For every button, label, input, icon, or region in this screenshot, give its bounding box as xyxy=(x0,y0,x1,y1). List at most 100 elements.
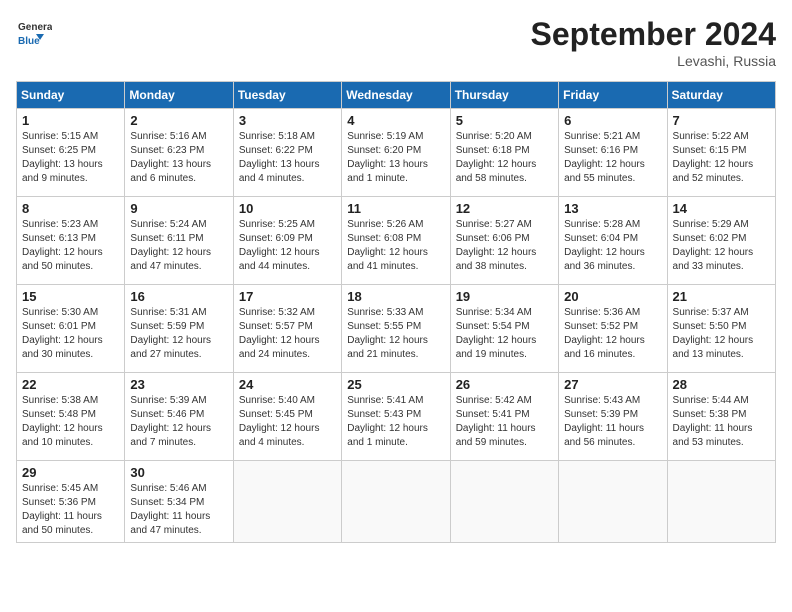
logo: General Blue xyxy=(16,16,52,52)
day-info: Sunrise: 5:24 AMSunset: 6:11 PMDaylight:… xyxy=(130,218,227,274)
calendar-cell: 14 Sunrise: 5:29 AMSunset: 6:02 PMDaylig… xyxy=(667,197,775,285)
day-info: Sunrise: 5:43 AMSunset: 5:39 PMDaylight:… xyxy=(564,394,661,450)
day-info: Sunrise: 5:37 AMSunset: 5:50 PMDaylight:… xyxy=(673,306,770,362)
calendar-cell: 20 Sunrise: 5:36 AMSunset: 5:52 PMDaylig… xyxy=(559,285,667,373)
calendar-cell xyxy=(450,461,558,543)
calendar-cell: 7 Sunrise: 5:22 AMSunset: 6:15 PMDayligh… xyxy=(667,109,775,197)
day-info: Sunrise: 5:18 AMSunset: 6:22 PMDaylight:… xyxy=(239,130,336,186)
day-info: Sunrise: 5:38 AMSunset: 5:48 PMDaylight:… xyxy=(22,394,119,450)
header-wednesday: Wednesday xyxy=(342,82,450,109)
calendar-cell xyxy=(342,461,450,543)
day-info: Sunrise: 5:45 AMSunset: 5:36 PMDaylight:… xyxy=(22,482,119,538)
location: Levashi, Russia xyxy=(531,53,776,69)
day-number: 21 xyxy=(673,289,770,304)
calendar-cell: 23 Sunrise: 5:39 AMSunset: 5:46 PMDaylig… xyxy=(125,373,233,461)
svg-text:Blue: Blue xyxy=(18,36,40,47)
logo-svg: General Blue xyxy=(16,16,52,52)
day-info: Sunrise: 5:46 AMSunset: 5:34 PMDaylight:… xyxy=(130,482,227,538)
calendar-table: SundayMondayTuesdayWednesdayThursdayFrid… xyxy=(16,81,776,543)
day-number: 30 xyxy=(130,465,227,480)
day-number: 29 xyxy=(22,465,119,480)
day-number: 24 xyxy=(239,377,336,392)
day-number: 25 xyxy=(347,377,444,392)
day-info: Sunrise: 5:25 AMSunset: 6:09 PMDaylight:… xyxy=(239,218,336,274)
day-info: Sunrise: 5:30 AMSunset: 6:01 PMDaylight:… xyxy=(22,306,119,362)
week-row-2: 8 Sunrise: 5:23 AMSunset: 6:13 PMDayligh… xyxy=(17,197,776,285)
calendar-cell: 12 Sunrise: 5:27 AMSunset: 6:06 PMDaylig… xyxy=(450,197,558,285)
calendar-cell: 11 Sunrise: 5:26 AMSunset: 6:08 PMDaylig… xyxy=(342,197,450,285)
day-number: 4 xyxy=(347,113,444,128)
day-info: Sunrise: 5:21 AMSunset: 6:16 PMDaylight:… xyxy=(564,130,661,186)
day-number: 14 xyxy=(673,201,770,216)
calendar-cell: 27 Sunrise: 5:43 AMSunset: 5:39 PMDaylig… xyxy=(559,373,667,461)
day-info: Sunrise: 5:44 AMSunset: 5:38 PMDaylight:… xyxy=(673,394,770,450)
calendar-cell: 28 Sunrise: 5:44 AMSunset: 5:38 PMDaylig… xyxy=(667,373,775,461)
calendar-cell: 6 Sunrise: 5:21 AMSunset: 6:16 PMDayligh… xyxy=(559,109,667,197)
day-info: Sunrise: 5:31 AMSunset: 5:59 PMDaylight:… xyxy=(130,306,227,362)
day-info: Sunrise: 5:26 AMSunset: 6:08 PMDaylight:… xyxy=(347,218,444,274)
calendar-cell: 3 Sunrise: 5:18 AMSunset: 6:22 PMDayligh… xyxy=(233,109,341,197)
day-info: Sunrise: 5:39 AMSunset: 5:46 PMDaylight:… xyxy=(130,394,227,450)
day-info: Sunrise: 5:34 AMSunset: 5:54 PMDaylight:… xyxy=(456,306,553,362)
page-header: General Blue September 2024 Levashi, Rus… xyxy=(16,16,776,69)
header-tuesday: Tuesday xyxy=(233,82,341,109)
day-number: 18 xyxy=(347,289,444,304)
day-number: 23 xyxy=(130,377,227,392)
day-number: 2 xyxy=(130,113,227,128)
month-title: September 2024 xyxy=(531,16,776,53)
day-number: 15 xyxy=(22,289,119,304)
calendar-cell: 16 Sunrise: 5:31 AMSunset: 5:59 PMDaylig… xyxy=(125,285,233,373)
calendar-cell: 24 Sunrise: 5:40 AMSunset: 5:45 PMDaylig… xyxy=(233,373,341,461)
day-number: 27 xyxy=(564,377,661,392)
day-number: 10 xyxy=(239,201,336,216)
calendar-cell: 26 Sunrise: 5:42 AMSunset: 5:41 PMDaylig… xyxy=(450,373,558,461)
day-info: Sunrise: 5:36 AMSunset: 5:52 PMDaylight:… xyxy=(564,306,661,362)
week-row-1: 1 Sunrise: 5:15 AMSunset: 6:25 PMDayligh… xyxy=(17,109,776,197)
day-info: Sunrise: 5:32 AMSunset: 5:57 PMDaylight:… xyxy=(239,306,336,362)
header-friday: Friday xyxy=(559,82,667,109)
day-info: Sunrise: 5:20 AMSunset: 6:18 PMDaylight:… xyxy=(456,130,553,186)
calendar-cell: 2 Sunrise: 5:16 AMSunset: 6:23 PMDayligh… xyxy=(125,109,233,197)
day-info: Sunrise: 5:33 AMSunset: 5:55 PMDaylight:… xyxy=(347,306,444,362)
calendar-cell xyxy=(233,461,341,543)
calendar-cell: 21 Sunrise: 5:37 AMSunset: 5:50 PMDaylig… xyxy=(667,285,775,373)
calendar-cell: 4 Sunrise: 5:19 AMSunset: 6:20 PMDayligh… xyxy=(342,109,450,197)
calendar-cell xyxy=(559,461,667,543)
day-number: 12 xyxy=(456,201,553,216)
day-info: Sunrise: 5:41 AMSunset: 5:43 PMDaylight:… xyxy=(347,394,444,450)
calendar-cell: 22 Sunrise: 5:38 AMSunset: 5:48 PMDaylig… xyxy=(17,373,125,461)
day-number: 26 xyxy=(456,377,553,392)
day-number: 7 xyxy=(673,113,770,128)
day-number: 8 xyxy=(22,201,119,216)
calendar-cell: 29 Sunrise: 5:45 AMSunset: 5:36 PMDaylig… xyxy=(17,461,125,543)
day-number: 1 xyxy=(22,113,119,128)
day-number: 17 xyxy=(239,289,336,304)
day-info: Sunrise: 5:22 AMSunset: 6:15 PMDaylight:… xyxy=(673,130,770,186)
day-number: 5 xyxy=(456,113,553,128)
day-info: Sunrise: 5:19 AMSunset: 6:20 PMDaylight:… xyxy=(347,130,444,186)
title-block: September 2024 Levashi, Russia xyxy=(531,16,776,69)
day-info: Sunrise: 5:16 AMSunset: 6:23 PMDaylight:… xyxy=(130,130,227,186)
header-sunday: Sunday xyxy=(17,82,125,109)
calendar-cell: 18 Sunrise: 5:33 AMSunset: 5:55 PMDaylig… xyxy=(342,285,450,373)
calendar-cell: 9 Sunrise: 5:24 AMSunset: 6:11 PMDayligh… xyxy=(125,197,233,285)
day-number: 3 xyxy=(239,113,336,128)
week-row-4: 22 Sunrise: 5:38 AMSunset: 5:48 PMDaylig… xyxy=(17,373,776,461)
svg-text:General: General xyxy=(18,22,52,33)
header-monday: Monday xyxy=(125,82,233,109)
day-number: 20 xyxy=(564,289,661,304)
header-thursday: Thursday xyxy=(450,82,558,109)
calendar-cell: 13 Sunrise: 5:28 AMSunset: 6:04 PMDaylig… xyxy=(559,197,667,285)
day-info: Sunrise: 5:27 AMSunset: 6:06 PMDaylight:… xyxy=(456,218,553,274)
day-number: 16 xyxy=(130,289,227,304)
day-info: Sunrise: 5:23 AMSunset: 6:13 PMDaylight:… xyxy=(22,218,119,274)
day-info: Sunrise: 5:29 AMSunset: 6:02 PMDaylight:… xyxy=(673,218,770,274)
calendar-cell: 15 Sunrise: 5:30 AMSunset: 6:01 PMDaylig… xyxy=(17,285,125,373)
day-number: 22 xyxy=(22,377,119,392)
week-row-3: 15 Sunrise: 5:30 AMSunset: 6:01 PMDaylig… xyxy=(17,285,776,373)
calendar-cell: 17 Sunrise: 5:32 AMSunset: 5:57 PMDaylig… xyxy=(233,285,341,373)
day-number: 13 xyxy=(564,201,661,216)
calendar-cell xyxy=(667,461,775,543)
calendar-cell: 25 Sunrise: 5:41 AMSunset: 5:43 PMDaylig… xyxy=(342,373,450,461)
day-info: Sunrise: 5:15 AMSunset: 6:25 PMDaylight:… xyxy=(22,130,119,186)
